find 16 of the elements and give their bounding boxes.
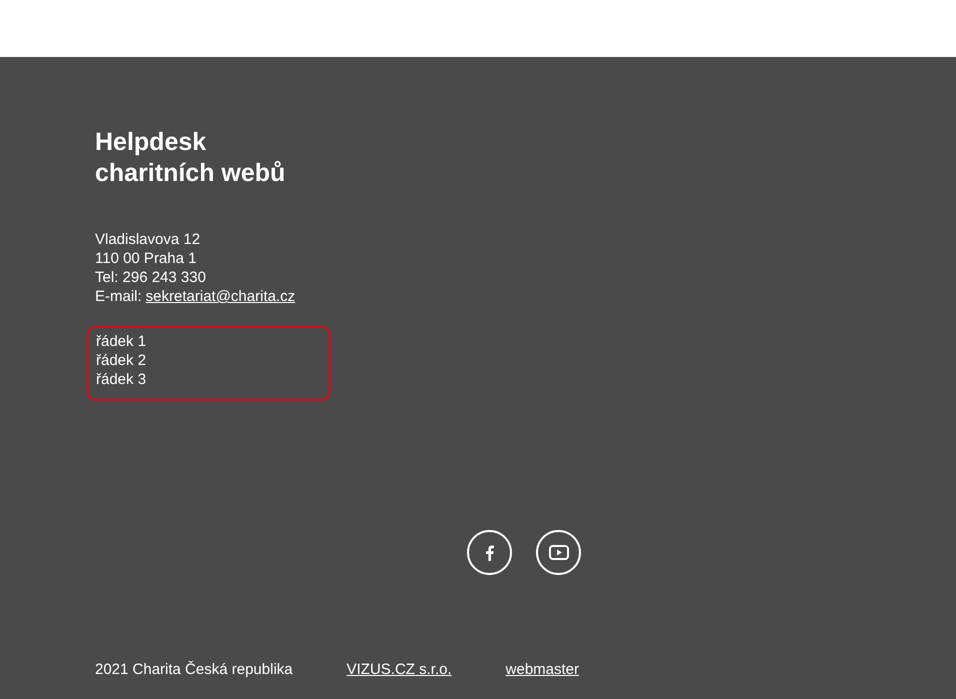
- youtube-button[interactable]: [536, 530, 581, 575]
- facebook-button[interactable]: [467, 530, 512, 575]
- address-line: 110 00 Praha 1: [95, 249, 196, 268]
- text-line: řádek 3: [96, 370, 146, 389]
- footer-title: Helpdesk charitních webů: [95, 127, 286, 189]
- copyright-text: 2021 Charita Česká republika: [95, 660, 293, 679]
- email-label: E-mail:: [95, 287, 142, 306]
- play-icon: [548, 545, 568, 560]
- address-line: Tel: 296 243 330: [95, 268, 206, 287]
- footer-link[interactable]: VIZUS.CZ s.r.o.: [346, 660, 452, 679]
- text-line: řádek 2: [96, 351, 146, 370]
- email-link[interactable]: sekretariat@charita.cz: [146, 287, 296, 306]
- facebook-icon: [485, 544, 494, 560]
- address-line: Vladislavova 12: [95, 230, 200, 249]
- text-line: řádek 1: [96, 332, 146, 351]
- footer-link[interactable]: webmaster: [506, 660, 579, 679]
